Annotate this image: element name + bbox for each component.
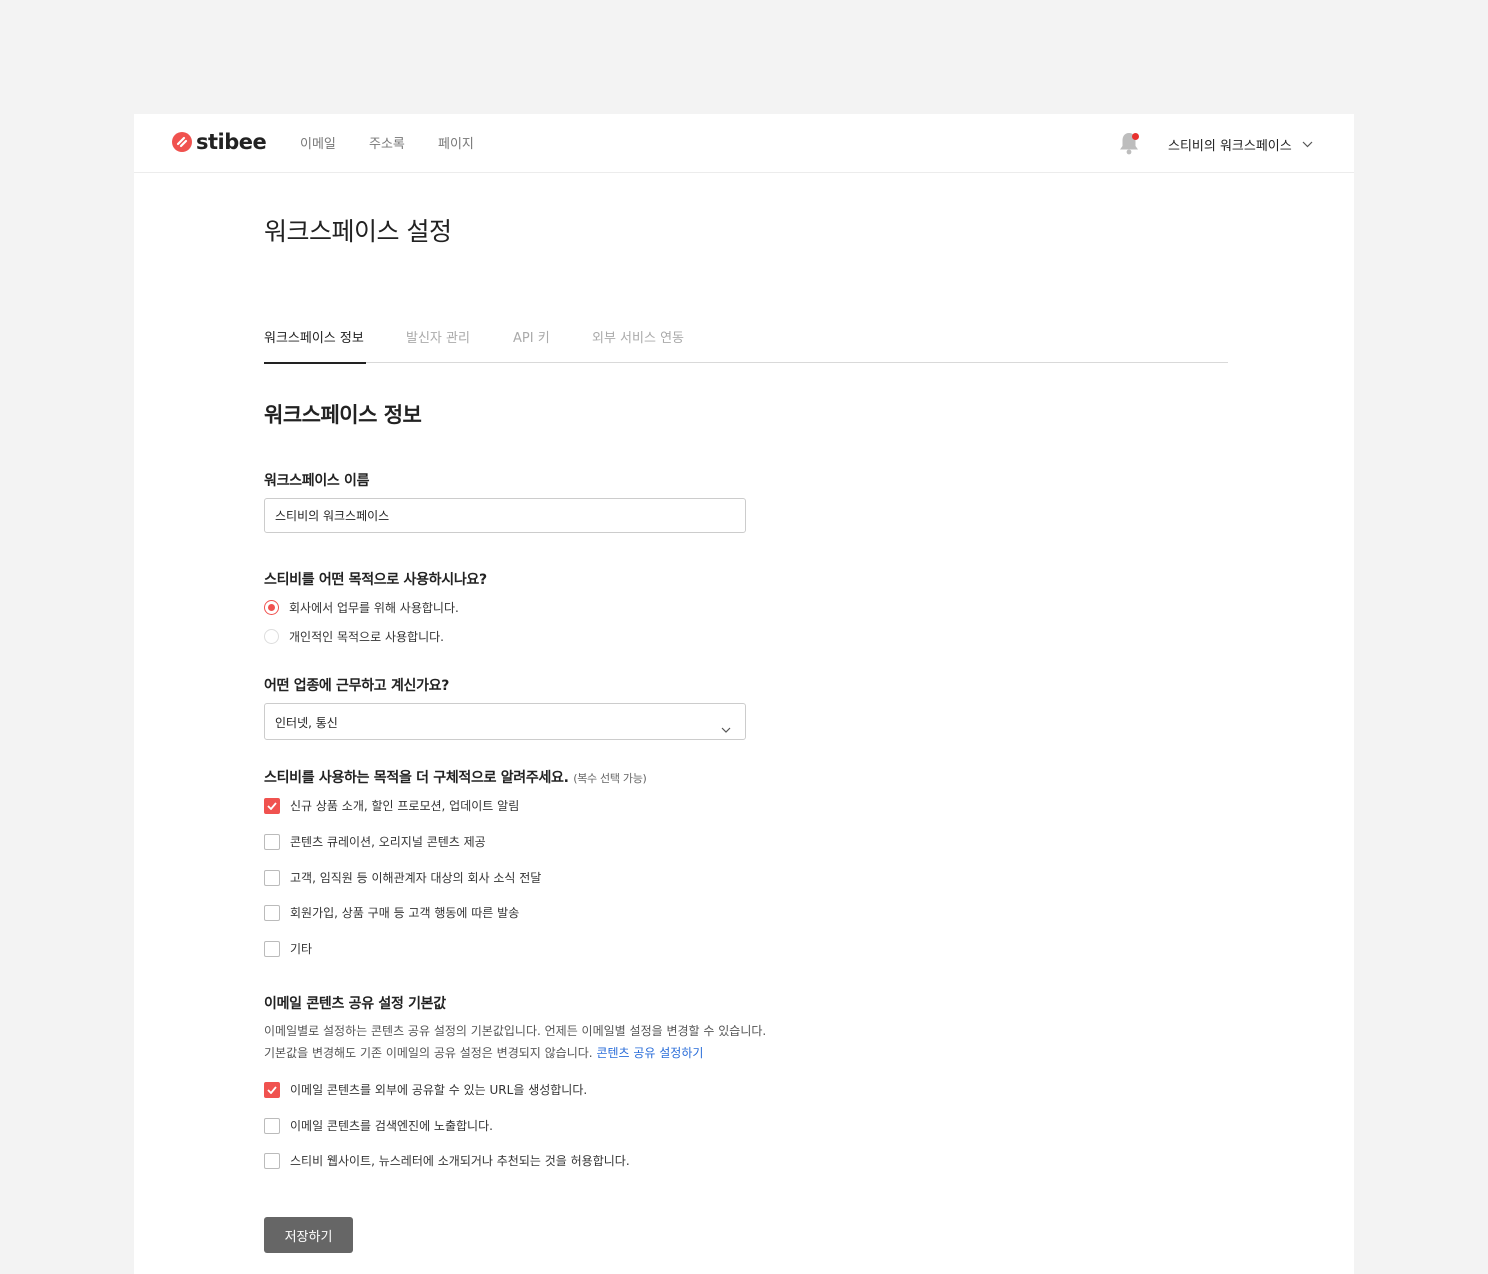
checkbox-unchecked[interactable] [264, 904, 280, 921]
checkbox-unchecked[interactable] [264, 940, 280, 957]
logo-text: stibee [196, 130, 267, 154]
workspace-menu[interactable]: 스티비의 워크스페이스 [1168, 135, 1313, 154]
purpose-option-company[interactable]: 회사에서 업무를 위해 사용합니다. [264, 599, 459, 616]
sharing-option-2[interactable]: 이메일 콘텐츠를 검색엔진에 노출합니다. [264, 1117, 493, 1134]
settings-card: stibee 이메일 주소록 페이지 스티비의 워크스페이스 워크스페이스 설정… [134, 114, 1354, 1274]
checkbox-checked[interactable] [264, 1081, 280, 1098]
chevron-down-icon [1302, 137, 1313, 152]
save-button[interactable]: 저장하기 [264, 1217, 353, 1253]
sharing-option-label: 이메일 콘텐츠를 검색엔진에 노출합니다. [290, 1119, 493, 1133]
detail-option-1[interactable]: 신규 상품 소개, 할인 프로모션, 업데이트 알림 [264, 797, 519, 814]
detail-option-3[interactable]: 고객, 임직원 등 이해관계자 대상의 회사 소식 전달 [264, 869, 541, 886]
industry-select-value: 인터넷, 통신 [275, 716, 338, 730]
tab-api-key[interactable]: API 키 [513, 327, 550, 363]
chevron-down-icon [721, 718, 731, 737]
detail-option-5[interactable]: 기타 [264, 940, 312, 957]
settings-tabs: 워크스페이스 정보 발신자 관리 API 키 외부 서비스 연동 [264, 327, 1228, 364]
sharing-option-1[interactable]: 이메일 콘텐츠를 외부에 공유할 수 있는 URL을 생성합니다. [264, 1081, 587, 1098]
checkbox-unchecked[interactable] [264, 1117, 280, 1134]
purpose-label: 스티비를 어떤 목적으로 사용하시나요? [264, 572, 487, 588]
detail-option-label: 신규 상품 소개, 할인 프로모션, 업데이트 알림 [290, 799, 520, 813]
section-title: 워크스페이스 정보 [264, 403, 422, 427]
detail-option-label: 회원가입, 상품 구매 등 고객 행동에 따른 발송 [290, 906, 520, 920]
industry-label: 어떤 업종에 근무하고 계신가요? [264, 678, 450, 694]
sharing-desc-line-1: 이메일별로 설정하는 콘텐츠 공유 설정의 기본값입니다. 언제든 이메일별 설… [264, 1024, 767, 1038]
radio-selected[interactable] [264, 600, 279, 615]
workspace-menu-label: 스티비의 워크스페이스 [1168, 139, 1292, 154]
multi-select-hint: (복수 선택 가능) [573, 772, 647, 785]
sharing-label: 이메일 콘텐츠 공유 설정 기본값 [264, 996, 446, 1012]
detail-option-label: 고객, 임직원 등 이해관계자 대상의 회사 소식 전달 [290, 871, 542, 885]
detail-option-label: 콘텐츠 큐레이션, 오리지널 콘텐츠 제공 [290, 835, 486, 849]
content-sharing-settings-link[interactable]: 콘텐츠 공유 설정하기 [596, 1046, 703, 1060]
tab-external-integration[interactable]: 외부 서비스 연동 [592, 327, 684, 363]
radio-unselected[interactable] [264, 629, 279, 644]
nav-item-email[interactable]: 이메일 [300, 133, 336, 152]
tab-sender-management[interactable]: 발신자 관리 [406, 327, 470, 363]
workspace-name-label: 워크스페이스 이름 [264, 473, 370, 489]
tab-workspace-info[interactable]: 워크스페이스 정보 [264, 327, 366, 364]
sharing-option-label: 이메일 콘텐츠를 외부에 공유할 수 있는 URL을 생성합니다. [290, 1083, 588, 1097]
notification-dot [1132, 133, 1139, 140]
sharing-option-label: 스티비 웹사이트, 뉴스레터에 소개되거나 추천되는 것을 허용합니다. [290, 1154, 630, 1168]
sharing-desc-line-2-text: 기본값을 변경해도 기존 이메일의 공유 설정은 변경되지 않습니다. [264, 1046, 593, 1060]
workspace-name-input[interactable] [264, 498, 746, 533]
stibee-logo[interactable]: stibee [172, 130, 267, 154]
sharing-description: 이메일별로 설정하는 콘텐츠 공유 설정의 기본값입니다. 언제든 이메일별 설… [264, 1020, 766, 1064]
nav-item-pages[interactable]: 페이지 [438, 133, 474, 152]
industry-select[interactable]: 인터넷, 통신 [264, 703, 746, 740]
detail-option-label: 기타 [290, 942, 313, 956]
detail-purpose-label-text: 스티비를 사용하는 목적을 더 구체적으로 알려주세요. [264, 770, 569, 786]
checkbox-checked[interactable] [264, 797, 280, 814]
page-title: 워크스페이스 설정 [264, 217, 452, 246]
purpose-option-label: 개인적인 목적으로 사용합니다. [289, 630, 444, 644]
checkbox-unchecked[interactable] [264, 1152, 280, 1169]
purpose-option-label: 회사에서 업무를 위해 사용합니다. [289, 601, 459, 615]
nav-item-address-book[interactable]: 주소록 [369, 133, 405, 152]
detail-purpose-label: 스티비를 사용하는 목적을 더 구체적으로 알려주세요. (복수 선택 가능) [264, 767, 647, 787]
stibee-logo-icon [172, 132, 192, 152]
checkbox-unchecked[interactable] [264, 833, 280, 850]
checkbox-unchecked[interactable] [264, 869, 280, 886]
detail-option-2[interactable]: 콘텐츠 큐레이션, 오리지널 콘텐츠 제공 [264, 833, 486, 850]
sharing-option-3[interactable]: 스티비 웹사이트, 뉴스레터에 소개되거나 추천되는 것을 허용합니다. [264, 1152, 630, 1169]
sharing-desc-line-2: 기본값을 변경해도 기존 이메일의 공유 설정은 변경되지 않습니다. 콘텐츠 … [264, 1042, 766, 1064]
top-navigation: stibee 이메일 주소록 페이지 스티비의 워크스페이스 [134, 114, 1354, 173]
detail-option-4[interactable]: 회원가입, 상품 구매 등 고객 행동에 따른 발송 [264, 904, 519, 921]
purpose-option-personal[interactable]: 개인적인 목적으로 사용합니다. [264, 628, 444, 645]
